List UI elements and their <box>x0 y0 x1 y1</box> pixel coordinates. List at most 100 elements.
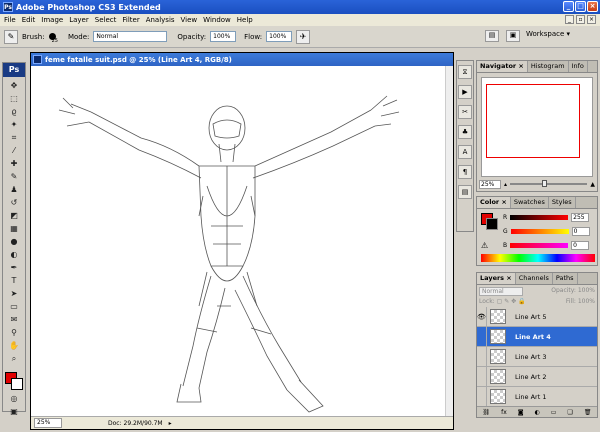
layer-row[interactable]: Line Art 2 <box>477 366 597 387</box>
tab-navigator[interactable]: Navigator × <box>477 61 528 72</box>
dodge-tool-icon[interactable]: ◐ <box>5 249 23 261</box>
tool-presets-icon[interactable]: ✂ <box>458 105 472 119</box>
type-tool-icon[interactable]: T <box>5 275 23 287</box>
fill-input[interactable]: 100% <box>578 298 595 305</box>
mode-select[interactable]: Normal <box>93 31 168 42</box>
new-layer-icon[interactable]: ❑ <box>567 409 572 416</box>
menu-window[interactable]: Window <box>203 16 231 24</box>
crop-tool-icon[interactable]: ⌗ <box>5 132 23 144</box>
channel-g-slider[interactable] <box>510 228 569 234</box>
paragraph-icon[interactable]: ¶ <box>458 165 472 179</box>
tab-styles[interactable]: Styles <box>549 197 576 208</box>
tab-layers[interactable]: Layers × <box>477 273 516 284</box>
layer-comps-icon[interactable]: ▤ <box>458 185 472 199</box>
background-color-swatch[interactable] <box>11 378 23 390</box>
vertical-scrollbar[interactable] <box>445 66 453 416</box>
color-spectrum-bar[interactable] <box>481 254 595 262</box>
tab-channels[interactable]: Channels <box>516 273 553 284</box>
zoom-tool-icon[interactable]: ⌕ <box>5 353 23 365</box>
gamut-warning-icon[interactable]: ⚠ <box>481 241 488 250</box>
blur-tool-icon[interactable]: ● <box>5 236 23 248</box>
navigator-view-box[interactable] <box>486 84 580 158</box>
brush-preset-icon[interactable]: ✎ <box>4 29 18 44</box>
brushes-icon[interactable]: ♣ <box>458 125 472 139</box>
color-background-swatch[interactable] <box>486 218 498 230</box>
slice-tool-icon[interactable]: ⁄ <box>5 145 23 157</box>
notes-tool-icon[interactable]: ✉ <box>5 314 23 326</box>
layer-style-icon[interactable]: fx <box>501 409 507 416</box>
menu-filter[interactable]: Filter <box>122 16 139 24</box>
visibility-toggle[interactable] <box>477 326 487 347</box>
new-group-icon[interactable]: ▭ <box>551 409 557 416</box>
actions-icon[interactable]: ▶ <box>458 85 472 99</box>
adjustment-layer-icon[interactable]: ◐ <box>535 409 540 416</box>
opacity-input[interactable]: 100% <box>210 31 237 42</box>
layer-row[interactable]: 👁 Line Art 5 <box>477 306 597 327</box>
channel-r-slider[interactable] <box>510 214 569 220</box>
visibility-eye-icon[interactable]: 👁 <box>477 306 487 327</box>
navigator-zoom-slider[interactable] <box>510 180 588 187</box>
hand-tool-icon[interactable]: ✋ <box>5 340 23 352</box>
zoom-out-icon[interactable]: ▴ <box>504 181 507 188</box>
menu-help[interactable]: Help <box>237 16 253 24</box>
zoom-slider-knob[interactable] <box>542 180 548 187</box>
document-title-bar[interactable]: feme fatalle suit.psd @ 25% (Line Art 4,… <box>31 53 453 66</box>
bridge-icon[interactable]: ▣ <box>506 30 520 42</box>
delete-layer-icon[interactable]: 🗑 <box>584 409 592 416</box>
clone-stamp-tool-icon[interactable]: ♟ <box>5 184 23 196</box>
quick-mask-icon[interactable]: ◎ <box>5 393 23 405</box>
tab-color[interactable]: Color × <box>477 197 511 208</box>
close-button[interactable]: × <box>587 1 598 12</box>
brush-tool-icon[interactable]: ✎ <box>5 171 23 183</box>
layer-mask-icon[interactable]: ◙ <box>518 409 524 416</box>
menu-layer[interactable]: Layer <box>69 16 89 24</box>
move-tool-icon[interactable]: ✥ <box>5 80 23 92</box>
zoom-in-icon[interactable]: ▲ <box>590 181 595 188</box>
character-icon[interactable]: A <box>458 145 472 159</box>
history-brush-tool-icon[interactable]: ↺ <box>5 197 23 209</box>
maximize-button[interactable]: □ <box>575 1 586 12</box>
tab-paths[interactable]: Paths <box>553 273 578 284</box>
marquee-tool-icon[interactable]: ⬚ <box>5 93 23 105</box>
doc-close-button[interactable]: × <box>587 15 596 24</box>
layer-opacity-input[interactable]: 100% <box>578 287 595 294</box>
flow-input[interactable]: 100% <box>266 31 293 42</box>
visibility-toggle[interactable] <box>477 386 487 407</box>
shape-tool-icon[interactable]: ▭ <box>5 301 23 313</box>
eyedropper-tool-icon[interactable]: ⚲ <box>5 327 23 339</box>
magic-wand-tool-icon[interactable]: ✦ <box>5 119 23 131</box>
menu-select[interactable]: Select <box>95 16 117 24</box>
history-icon[interactable]: ⧖ <box>458 65 472 79</box>
lock-icons[interactable]: ▢ ✎ ✥ 🔒 <box>497 298 526 305</box>
menu-edit[interactable]: Edit <box>22 16 36 24</box>
screen-mode-icon[interactable]: ▣ <box>5 406 23 418</box>
tab-info[interactable]: Info <box>569 61 588 72</box>
tab-histogram[interactable]: Histogram <box>528 61 569 72</box>
layer-row[interactable]: Line Art 1 <box>477 386 597 407</box>
menu-image[interactable]: Image <box>41 16 63 24</box>
airbrush-icon[interactable]: ✈ <box>296 29 311 44</box>
doc-minimize-button[interactable]: _ <box>565 15 574 24</box>
tab-swatches[interactable]: Swatches <box>511 197 549 208</box>
lasso-tool-icon[interactable]: ϱ <box>5 106 23 118</box>
workspace-button[interactable]: Workspace ▾ <box>526 30 570 38</box>
channel-r-input[interactable]: 255 <box>571 212 590 222</box>
channel-b-slider[interactable] <box>510 242 569 248</box>
blend-mode-select[interactable]: Normal <box>479 287 523 296</box>
path-selection-tool-icon[interactable]: ➤ <box>5 288 23 300</box>
doc-restore-button[interactable]: ▫ <box>576 15 585 24</box>
navigator-zoom-input[interactable]: 25% <box>479 179 501 189</box>
visibility-toggle[interactable] <box>477 366 487 387</box>
navigator-thumbnail[interactable] <box>481 77 593 177</box>
link-layers-icon[interactable]: ⛓ <box>482 409 490 416</box>
layer-row[interactable]: Line Art 3 <box>477 346 597 367</box>
color-swatches[interactable] <box>3 370 25 392</box>
visibility-toggle[interactable] <box>477 346 487 367</box>
eraser-tool-icon[interactable]: ◩ <box>5 210 23 222</box>
status-arrow-icon[interactable]: ▸ <box>169 420 172 427</box>
menu-view[interactable]: View <box>181 16 198 24</box>
layer-row-selected[interactable]: Line Art 4 <box>477 326 597 347</box>
canvas[interactable] <box>31 66 453 416</box>
zoom-level-input[interactable]: 25% <box>34 418 62 428</box>
menu-analysis[interactable]: Analysis <box>146 16 175 24</box>
